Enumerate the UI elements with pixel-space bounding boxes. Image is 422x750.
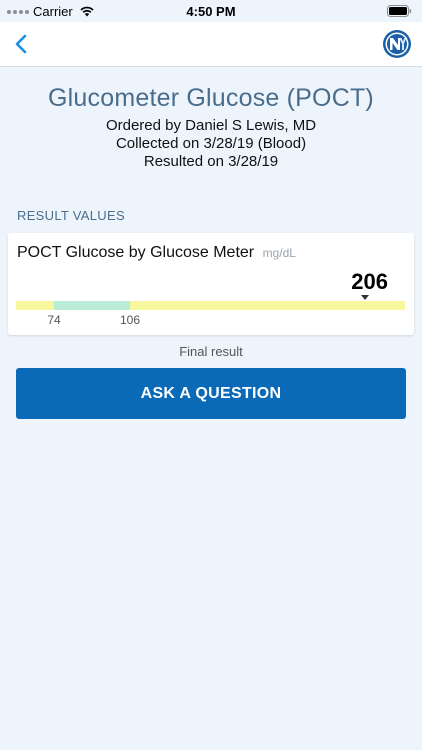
back-button[interactable] bbox=[8, 30, 36, 58]
section-label-result-values: RESULT VALUES bbox=[17, 208, 125, 223]
status-bar: Carrier 4:50 PM bbox=[0, 0, 422, 22]
range-high-label: 106 bbox=[119, 313, 141, 327]
result-card: POCT Glucose by Glucose Meter mg/dL 206 … bbox=[8, 233, 414, 335]
result-value: 206 bbox=[351, 269, 388, 294]
nav-bar bbox=[0, 22, 422, 67]
normal-range-band bbox=[54, 301, 130, 310]
test-unit: mg/dL bbox=[262, 246, 296, 260]
status-time: 4:50 PM bbox=[186, 4, 236, 19]
battery-icon bbox=[387, 5, 412, 17]
test-name-label: POCT Glucose by Glucose Meter bbox=[17, 244, 255, 261]
collected-date-text: Collected on 3/28/19 (Blood) bbox=[115, 135, 307, 152]
final-result-text: Final result bbox=[179, 344, 243, 359]
chevron-left-icon bbox=[15, 34, 27, 54]
range-low-label: 74 bbox=[47, 313, 61, 327]
value-marker-icon bbox=[361, 295, 369, 300]
ny-logo bbox=[383, 30, 411, 58]
test-name: POCT Glucose by Glucose Meter mg/dL bbox=[17, 244, 296, 262]
resulted-date-text: Resulted on 3/28/19 bbox=[143, 153, 279, 170]
ordered-by-text: Ordered by Daniel S Lewis, MD bbox=[105, 117, 317, 134]
page-title: Glucometer Glucose (POCT) bbox=[48, 84, 374, 112]
ask-question-button[interactable]: ASK A QUESTION bbox=[16, 368, 406, 419]
range-bar bbox=[16, 301, 405, 310]
